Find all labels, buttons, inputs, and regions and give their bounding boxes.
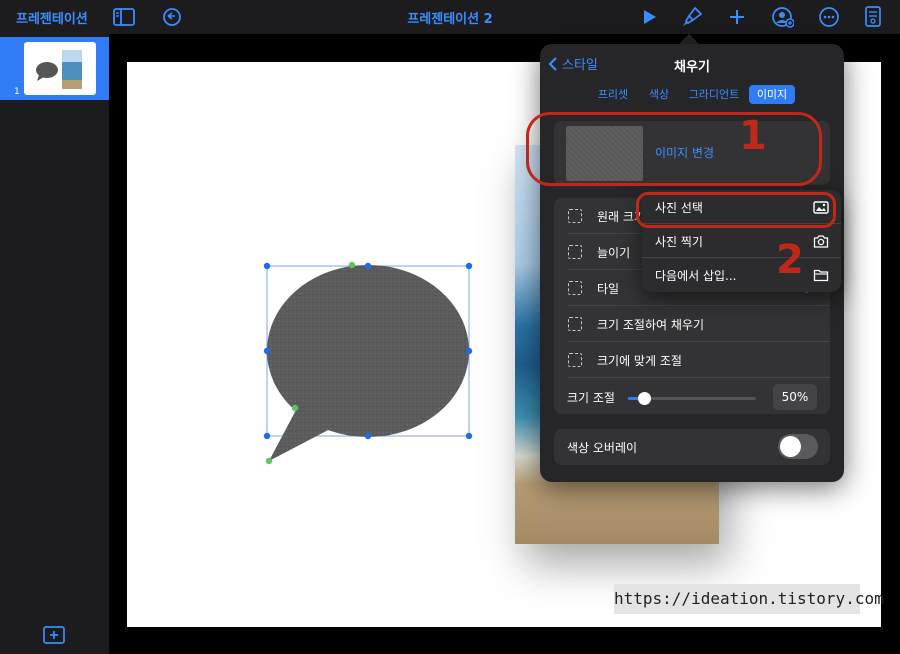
slide-thumbnail — [24, 42, 96, 95]
option-label: 크기에 맞게 조절 — [597, 354, 682, 368]
top-toolbar: 프레젠테이션 프레젠테이션 2 — [0, 0, 900, 34]
tab-preset[interactable]: 프리셋 — [593, 85, 633, 104]
option-scale-to-fill[interactable]: 크기 조절하여 채우기 — [554, 306, 830, 342]
menu-item-label: 다음에서 삽입... — [655, 269, 737, 283]
tab-image[interactable]: 이미지 — [749, 85, 795, 104]
annotation-oval-1 — [526, 112, 822, 186]
scale-to-fit-icon — [568, 353, 582, 367]
slide-number: 1 — [14, 87, 20, 97]
annotation-number-1: 1 — [739, 113, 767, 159]
annotation-number-2: 2 — [776, 237, 804, 283]
speech-bubble-shape[interactable] — [262, 260, 474, 470]
camera-icon — [813, 235, 829, 248]
color-overlay-row: 색상 오버레이 — [554, 429, 830, 465]
chevron-left-icon — [548, 56, 557, 71]
scale-to-fill-icon — [568, 317, 582, 331]
watermark-url: https://ideation.tistory.com — [614, 584, 884, 614]
undo-icon[interactable] — [160, 5, 184, 29]
annotation-oval-2 — [636, 192, 836, 228]
toggle-knob — [780, 436, 801, 457]
tab-gradient[interactable]: 그라디언트 — [683, 85, 745, 104]
back-to-style-button[interactable]: 스타일 — [548, 54, 598, 73]
option-scale-to-fit[interactable]: 크기에 맞게 조절 — [554, 342, 830, 378]
option-label: 타일 — [597, 282, 620, 296]
presentations-back-button[interactable]: 프레젠테이션 — [16, 8, 88, 27]
tab-color[interactable]: 색상 — [644, 85, 674, 104]
collaborate-icon[interactable] — [770, 5, 794, 29]
back-label: 스타일 — [562, 58, 598, 73]
play-icon[interactable] — [637, 5, 661, 29]
original-size-icon — [568, 209, 582, 223]
slider-thumb[interactable] — [638, 392, 651, 405]
color-overlay-label: 색상 오버레이 — [567, 441, 638, 455]
slide-navigator: 1 — [0, 34, 109, 654]
menu-item-insert-from[interactable]: 다음에서 삽입... — [642, 258, 841, 292]
option-label: 크기 조절하여 채우기 — [597, 318, 704, 332]
more-icon[interactable] — [817, 5, 841, 29]
sidebar-toggle-icon[interactable] — [112, 5, 136, 29]
paintbrush-icon[interactable] — [680, 5, 704, 29]
scale-value-field[interactable]: 50% — [773, 384, 817, 410]
folder-icon — [813, 269, 829, 282]
stretch-icon — [568, 245, 582, 259]
slide-thumbnail-selected[interactable]: 1 — [0, 37, 109, 100]
scale-slider[interactable] — [628, 392, 756, 405]
tile-icon — [568, 281, 582, 295]
document-title[interactable]: 프레젠테이션 2 — [407, 12, 492, 27]
menu-item-label: 사진 찍기 — [655, 235, 703, 249]
plus-icon[interactable] — [725, 5, 749, 29]
menu-item-take-photo[interactable]: 사진 찍기 — [642, 224, 841, 258]
add-slide-icon[interactable] — [43, 626, 65, 648]
color-overlay-toggle[interactable] — [778, 434, 818, 459]
popover-arrow — [679, 34, 699, 44]
scale-label: 크기 조절 — [567, 391, 615, 405]
scale-row: 크기 조절 50% — [554, 378, 830, 416]
option-label: 늘이기 — [597, 246, 631, 260]
document-icon[interactable] — [861, 5, 885, 29]
